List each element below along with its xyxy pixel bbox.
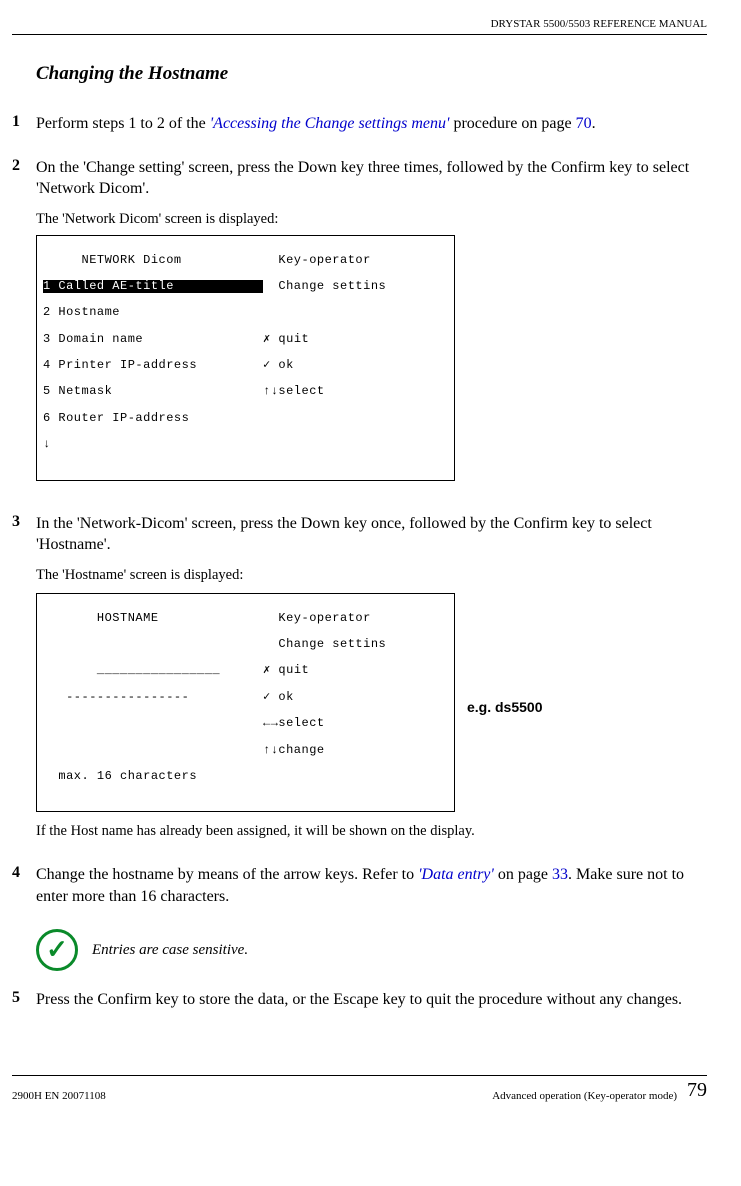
lcd-hostname: HOSTNAME Key-operator Change settins ___…	[36, 593, 455, 812]
link-accessing-change-settings[interactable]: 'Accessing the Change settings menu'	[210, 115, 450, 132]
lcd-text: Change settins	[263, 280, 448, 293]
step-5: 5 Press the Confirm key to store the dat…	[12, 989, 707, 1011]
lcd-max: max. 16 characters	[43, 770, 263, 783]
lcd-text	[263, 306, 448, 319]
lcd-hint: ↑↓select	[263, 385, 448, 398]
step-body: In the 'Network-Dicom' screen, press the…	[36, 513, 707, 842]
lcd-arrow: ↓	[43, 438, 263, 451]
page-number: 79	[687, 1079, 707, 1102]
lcd-hint: ↑↓change	[263, 744, 448, 757]
note-block: ✓ Entries are case sensitive.	[36, 929, 707, 971]
footer-left: 2900H EN 20071108	[12, 1090, 106, 1102]
step-2: 2 On the 'Change setting' screen, press …	[12, 157, 707, 491]
checkmark-icon: ✓	[36, 929, 78, 971]
text: on page	[494, 866, 552, 883]
lcd-underline: ----------------	[43, 691, 263, 704]
lcd-mode: Key-operator	[263, 612, 448, 625]
lcd-blank	[43, 744, 263, 757]
page-ref[interactable]: 33	[552, 866, 568, 883]
step-number: 3	[12, 513, 36, 842]
text: Perform steps 1 to 2 of the	[36, 115, 210, 132]
text: .	[592, 115, 596, 132]
text: Press the Confirm key to store the data,…	[36, 991, 682, 1008]
step-number: 2	[12, 157, 36, 491]
step-4: 4 Change the hostname by means of the ar…	[12, 864, 707, 907]
lcd-hint: ✓ ok	[263, 691, 448, 704]
step-body: Press the Confirm key to store the data,…	[36, 989, 707, 1011]
step-body: Change the hostname by means of the arro…	[36, 864, 707, 907]
link-data-entry[interactable]: 'Data entry'	[418, 866, 494, 883]
page-header: DRYSTAR 5500/5503 REFERENCE MANUAL	[12, 18, 707, 35]
step-body: Perform steps 1 to 2 of the 'Accessing t…	[36, 113, 707, 135]
lcd-text: Change settins	[263, 638, 448, 651]
step-body: On the 'Change setting' screen, press th…	[36, 157, 707, 491]
page-footer: 2900H EN 20071108 Advanced operation (Ke…	[12, 1075, 707, 1102]
lcd-item: 3 Domain name	[43, 333, 263, 346]
lcd-network-dicom: NETWORK Dicom Key-operator 1 Called AE-t…	[36, 235, 455, 480]
lcd-hint: ✓ ok	[263, 359, 448, 372]
text: procedure on page	[449, 115, 575, 132]
after-text: If the Host name has already been assign…	[36, 822, 707, 842]
text: In the 'Network-Dicom' screen, press the…	[36, 513, 707, 556]
example-annotation: e.g. ds5500	[467, 698, 543, 717]
lcd-item: 5 Netmask	[43, 385, 263, 398]
lcd-item: 6 Router IP-address	[43, 412, 263, 425]
sub-text: The 'Hostname' screen is displayed:	[36, 566, 707, 586]
step-3: 3 In the 'Network-Dicom' screen, press t…	[12, 513, 707, 842]
lcd-blank	[43, 717, 263, 730]
lcd-hint: ✗ quit	[263, 664, 448, 677]
note-text: Entries are case sensitive.	[92, 942, 248, 959]
lcd-hint: ←→select	[263, 717, 448, 730]
lcd-title: NETWORK Dicom	[43, 254, 263, 267]
sub-text: The 'Network Dicom' screen is displayed:	[36, 210, 707, 230]
text: Change the hostname by means of the arro…	[36, 866, 418, 883]
lcd-field: ________________	[43, 664, 263, 677]
step-number: 4	[12, 864, 36, 907]
footer-right: Advanced operation (Key-operator mode)	[492, 1090, 677, 1102]
lcd-hint: ✗ quit	[263, 333, 448, 346]
lcd-mode: Key-operator	[263, 254, 448, 267]
step-number: 1	[12, 113, 36, 135]
lcd-item-selected: 1 Called AE-title	[43, 280, 263, 293]
text: On the 'Change setting' screen, press th…	[36, 157, 707, 200]
step-number: 5	[12, 989, 36, 1011]
lcd-item: 2 Hostname	[43, 306, 263, 319]
step-1: 1 Perform steps 1 to 2 of the 'Accessing…	[12, 113, 707, 135]
lcd-item: 4 Printer IP-address	[43, 359, 263, 372]
lcd-blank	[43, 638, 263, 651]
lcd-title: HOSTNAME	[43, 612, 263, 625]
lcd-text	[263, 412, 448, 425]
section-title: Changing the Hostname	[36, 63, 707, 85]
page-ref[interactable]: 70	[576, 115, 592, 132]
